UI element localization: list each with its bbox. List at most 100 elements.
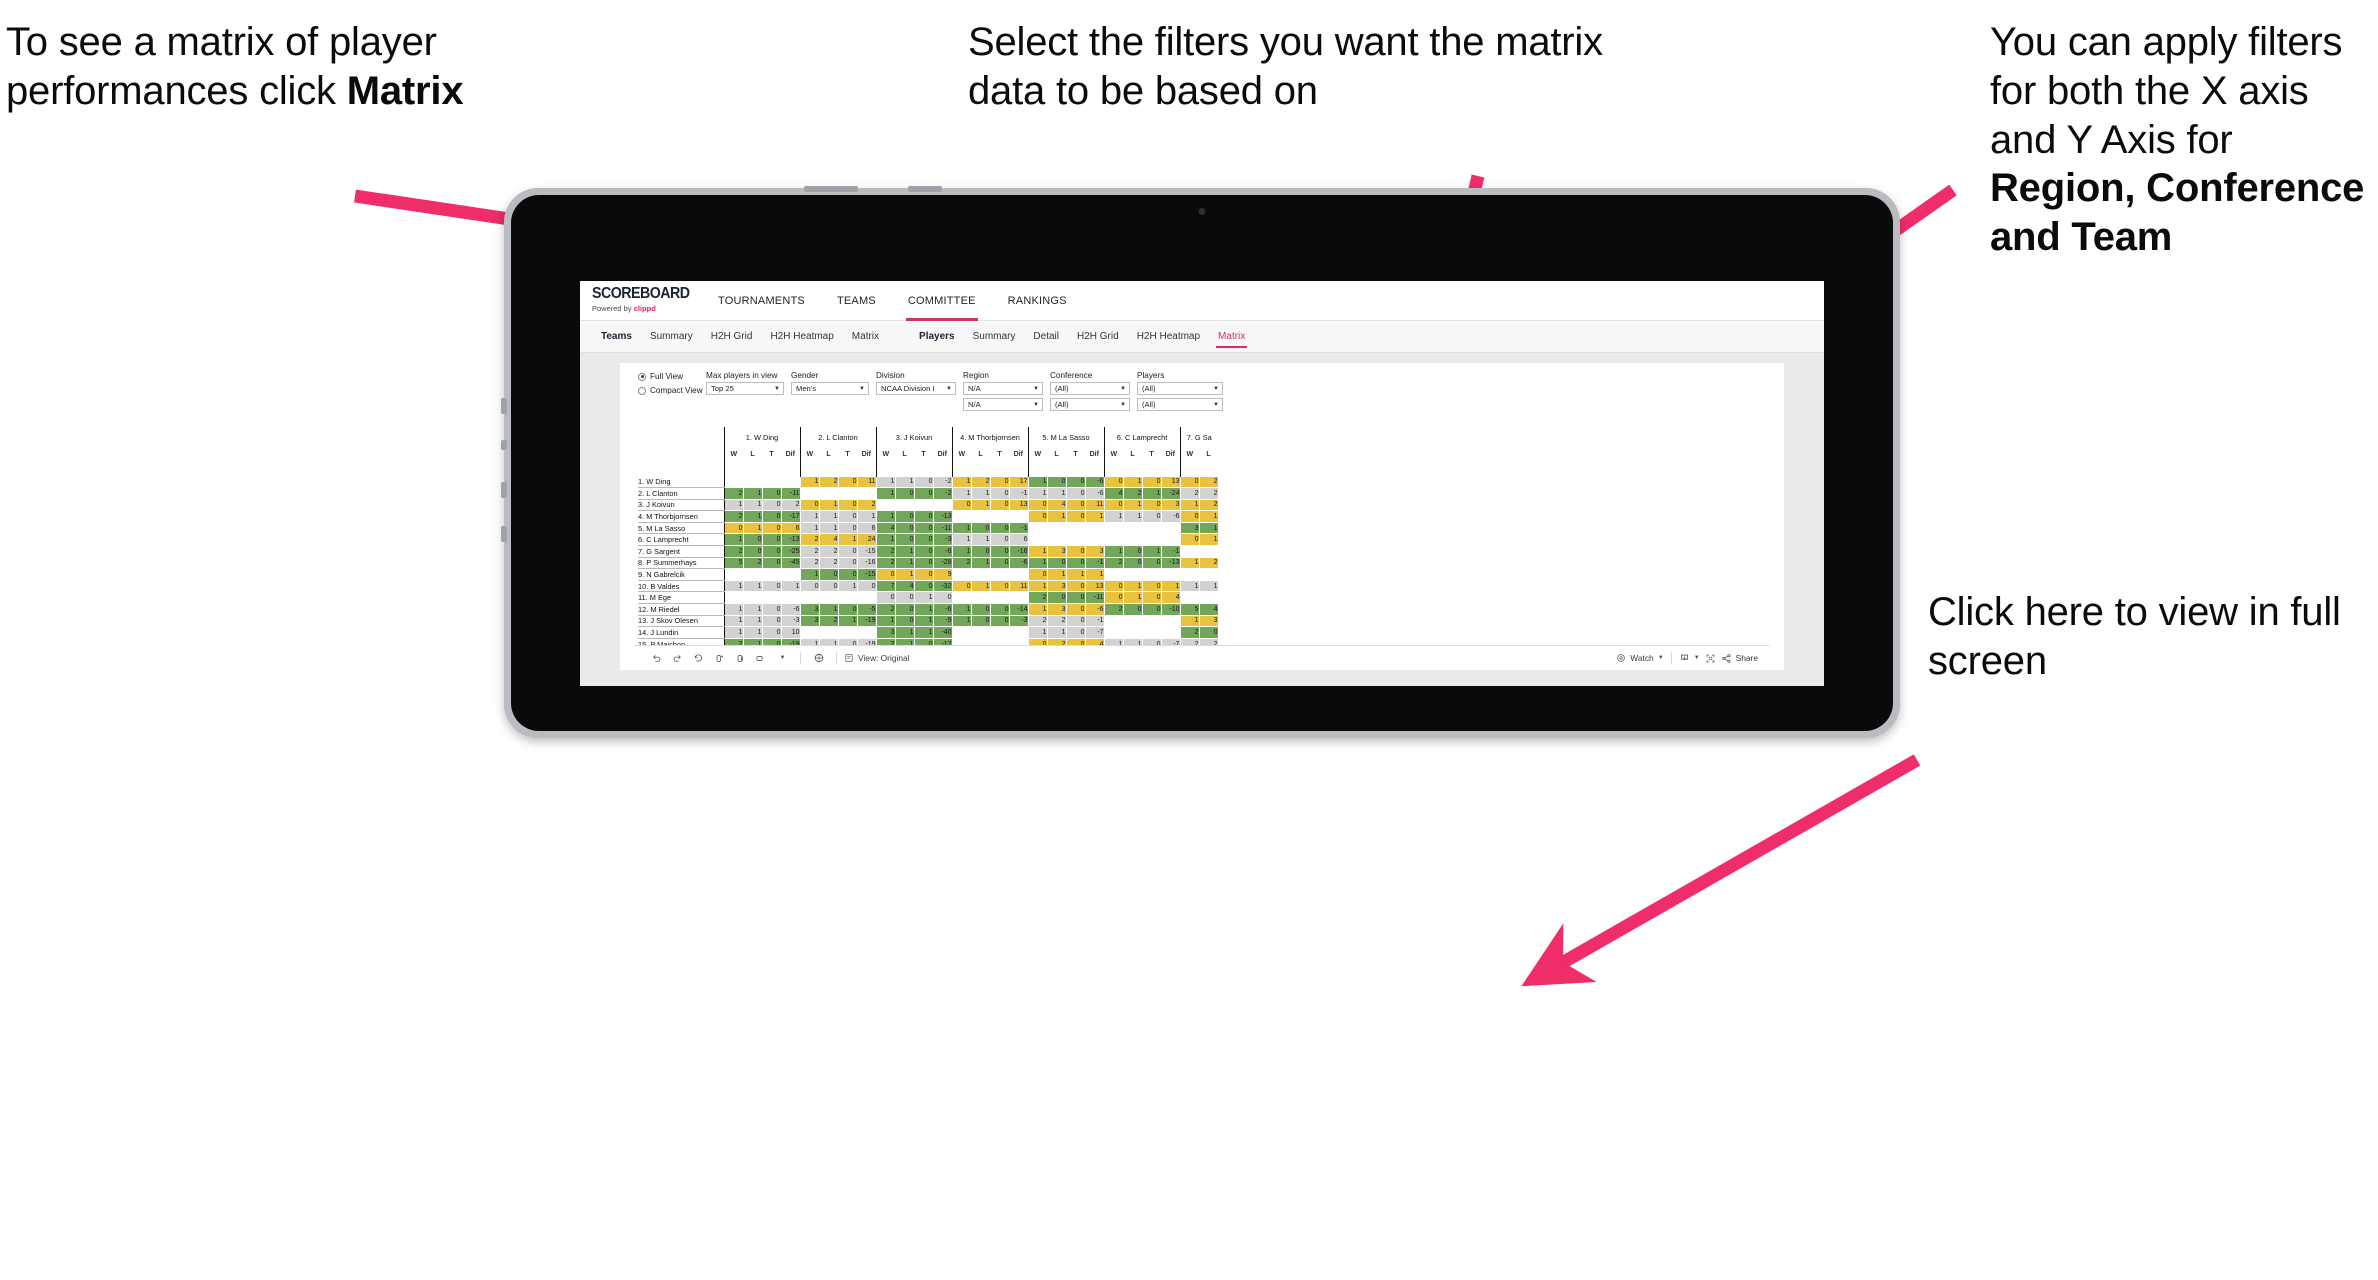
- matrix-cell[interactable]: -40: [932, 626, 953, 639]
- matrix-cell[interactable]: 6: [780, 521, 801, 535]
- matrix-cell[interactable]: 1: [1084, 510, 1105, 523]
- matrix-cell[interactable]: 1: [951, 545, 972, 558]
- matrix-cell[interactable]: 11: [1084, 498, 1105, 512]
- matrix-cell[interactable]: 1: [1027, 556, 1048, 570]
- matrix-cell[interactable]: 1: [875, 475, 896, 489]
- matrix-cell[interactable]: -10: [1160, 603, 1181, 616]
- matrix-cell[interactable]: -16: [1008, 545, 1029, 558]
- matrix-cell[interactable]: 0: [1027, 510, 1048, 523]
- matrix-cell[interactable]: 1: [1027, 579, 1048, 593]
- matrix-cell[interactable]: 3: [1160, 498, 1181, 512]
- matrix-cell[interactable]: 1: [1065, 568, 1086, 581]
- matrix-cell[interactable]: 2: [1046, 614, 1067, 628]
- matrix-cell[interactable]: -1: [1008, 487, 1029, 500]
- filter-region-y-select[interactable]: N/A ▼: [963, 398, 1043, 411]
- tab-players-h2h-grid[interactable]: H2H Grid: [1068, 321, 1128, 353]
- matrix-cell[interactable]: 6: [1008, 533, 1029, 547]
- matrix-cell[interactable]: 0: [913, 545, 934, 558]
- matrix-cell[interactable]: 0: [1141, 603, 1162, 616]
- matrix-cell[interactable]: 1: [1141, 545, 1162, 558]
- matrix-cell[interactable]: 2: [799, 556, 820, 570]
- matrix-cell[interactable]: 0: [1122, 603, 1143, 616]
- matrix-cell[interactable]: 1: [723, 603, 744, 616]
- matrix-cell[interactable]: [1008, 591, 1029, 605]
- matrix-cell[interactable]: 2: [799, 545, 820, 558]
- matrix-cell[interactable]: [1198, 545, 1219, 558]
- matrix-cell[interactable]: [1103, 568, 1124, 581]
- matrix-cell[interactable]: [1122, 626, 1143, 639]
- matrix-cell[interactable]: 0: [1065, 603, 1086, 616]
- matrix-cell[interactable]: 2: [970, 475, 991, 489]
- matrix-cell[interactable]: 0: [894, 614, 915, 628]
- matrix-cell[interactable]: 0: [913, 487, 934, 500]
- matrix-cell[interactable]: 0: [1065, 579, 1086, 593]
- matrix-cell[interactable]: [799, 487, 820, 500]
- matrix-row[interactable]: 3. J Koivun 1 1 0 2 0 1 0 2 0 1 0 13 0 4 0 11 0 1 0 3 1 2: [638, 498, 1219, 512]
- matrix-cell[interactable]: [1160, 614, 1181, 628]
- matrix-cell[interactable]: 1: [913, 603, 934, 616]
- matrix-cell[interactable]: 0: [761, 626, 782, 639]
- filter-players-y-select[interactable]: (All) ▼: [1137, 398, 1223, 411]
- matrix-cell[interactable]: 2: [1179, 626, 1200, 639]
- matrix-cell[interactable]: 9: [932, 568, 953, 581]
- matrix-cell[interactable]: 1: [1046, 626, 1067, 639]
- matrix-cell[interactable]: 2: [723, 487, 744, 500]
- matrix-scroll-region[interactable]: 1. W Ding 2. L Clanton 3. J Koivun 4. M Tho…: [620, 427, 1784, 670]
- matrix-row[interactable]: 2. L Clanton 2 1 0 -11 1 0 0 -2 1 1 0 -1 1 1 0 -6 4 2 1 -24 2…: [638, 487, 1219, 500]
- matrix-cell[interactable]: 0: [799, 579, 820, 593]
- matrix-cell[interactable]: [742, 475, 763, 489]
- matrix-row[interactable]: 14. J Lundin 1 1 0 10 3 1 1 -40 1 1 0 -7 2 0: [638, 626, 1219, 639]
- matrix-cell[interactable]: 0: [989, 475, 1010, 489]
- matrix-cell[interactable]: 0: [1141, 556, 1162, 570]
- matrix-cell[interactable]: 0: [1065, 591, 1086, 605]
- matrix-cell[interactable]: 1: [970, 556, 991, 570]
- matrix-cell[interactable]: 1: [1122, 591, 1143, 605]
- matrix-cell[interactable]: 0: [932, 591, 953, 605]
- matrix-cell[interactable]: 5: [723, 556, 744, 570]
- filter-division-select[interactable]: NCAA Division I ▼: [876, 382, 956, 395]
- matrix-cell[interactable]: 0: [761, 545, 782, 558]
- matrix-cell[interactable]: 1: [875, 533, 896, 547]
- matrix-cell[interactable]: -15: [856, 545, 877, 558]
- matrix-cell[interactable]: [1065, 521, 1086, 535]
- matrix-cell[interactable]: 0: [989, 487, 1010, 500]
- matrix-cell[interactable]: 0: [875, 568, 896, 581]
- matrix-cell[interactable]: [894, 498, 915, 512]
- matrix-cell[interactable]: [1103, 614, 1124, 628]
- tab-players-detail[interactable]: Detail: [1024, 321, 1068, 353]
- matrix-cell[interactable]: -17: [780, 510, 801, 523]
- matrix-cell[interactable]: 1: [742, 626, 763, 639]
- matrix-cell[interactable]: 1: [875, 510, 896, 523]
- matrix-cell[interactable]: 2: [1103, 556, 1124, 570]
- matrix-cell[interactable]: 1: [970, 533, 991, 547]
- matrix-cell[interactable]: 0: [913, 568, 934, 581]
- tab-players-summary[interactable]: Summary: [964, 321, 1025, 353]
- matrix-cell[interactable]: 1: [1046, 510, 1067, 523]
- matrix-cell[interactable]: -24: [1160, 487, 1181, 500]
- matrix-cell[interactable]: [1084, 521, 1105, 535]
- matrix-cell[interactable]: 7: [875, 579, 896, 593]
- matrix-cell[interactable]: 0: [989, 533, 1010, 547]
- tab-teams-summary[interactable]: Summary: [641, 321, 702, 353]
- matrix-cell[interactable]: 1: [1179, 614, 1200, 628]
- matrix-cell[interactable]: 0: [1046, 475, 1067, 489]
- matrix-cell[interactable]: [856, 487, 877, 500]
- matrix-cell[interactable]: 1: [894, 626, 915, 639]
- matrix-cell[interactable]: -1: [1084, 614, 1105, 628]
- matrix-cell[interactable]: 1: [837, 579, 858, 593]
- matrix-cell[interactable]: [837, 591, 858, 605]
- matrix-cell[interactable]: [1160, 533, 1181, 547]
- matrix-cell[interactable]: 13: [1084, 579, 1105, 593]
- matrix-cell[interactable]: 4: [1198, 603, 1219, 616]
- matrix-cell[interactable]: 0: [913, 579, 934, 593]
- tab-teams-h2h-heatmap[interactable]: H2H Heatmap: [761, 321, 842, 353]
- matrix-cell[interactable]: 0: [989, 614, 1010, 628]
- matrix-cell[interactable]: 0: [894, 510, 915, 523]
- matrix-cell[interactable]: 0: [742, 545, 763, 558]
- matrix-cell[interactable]: 0: [989, 545, 1010, 558]
- matrix-cell[interactable]: [1084, 533, 1105, 547]
- matrix-cell[interactable]: 3: [1179, 521, 1200, 535]
- matrix-cell[interactable]: [761, 475, 782, 489]
- matrix-cell[interactable]: 0: [837, 545, 858, 558]
- brand-logo[interactable]: SCOREBOARD Powered by clippd: [580, 281, 702, 320]
